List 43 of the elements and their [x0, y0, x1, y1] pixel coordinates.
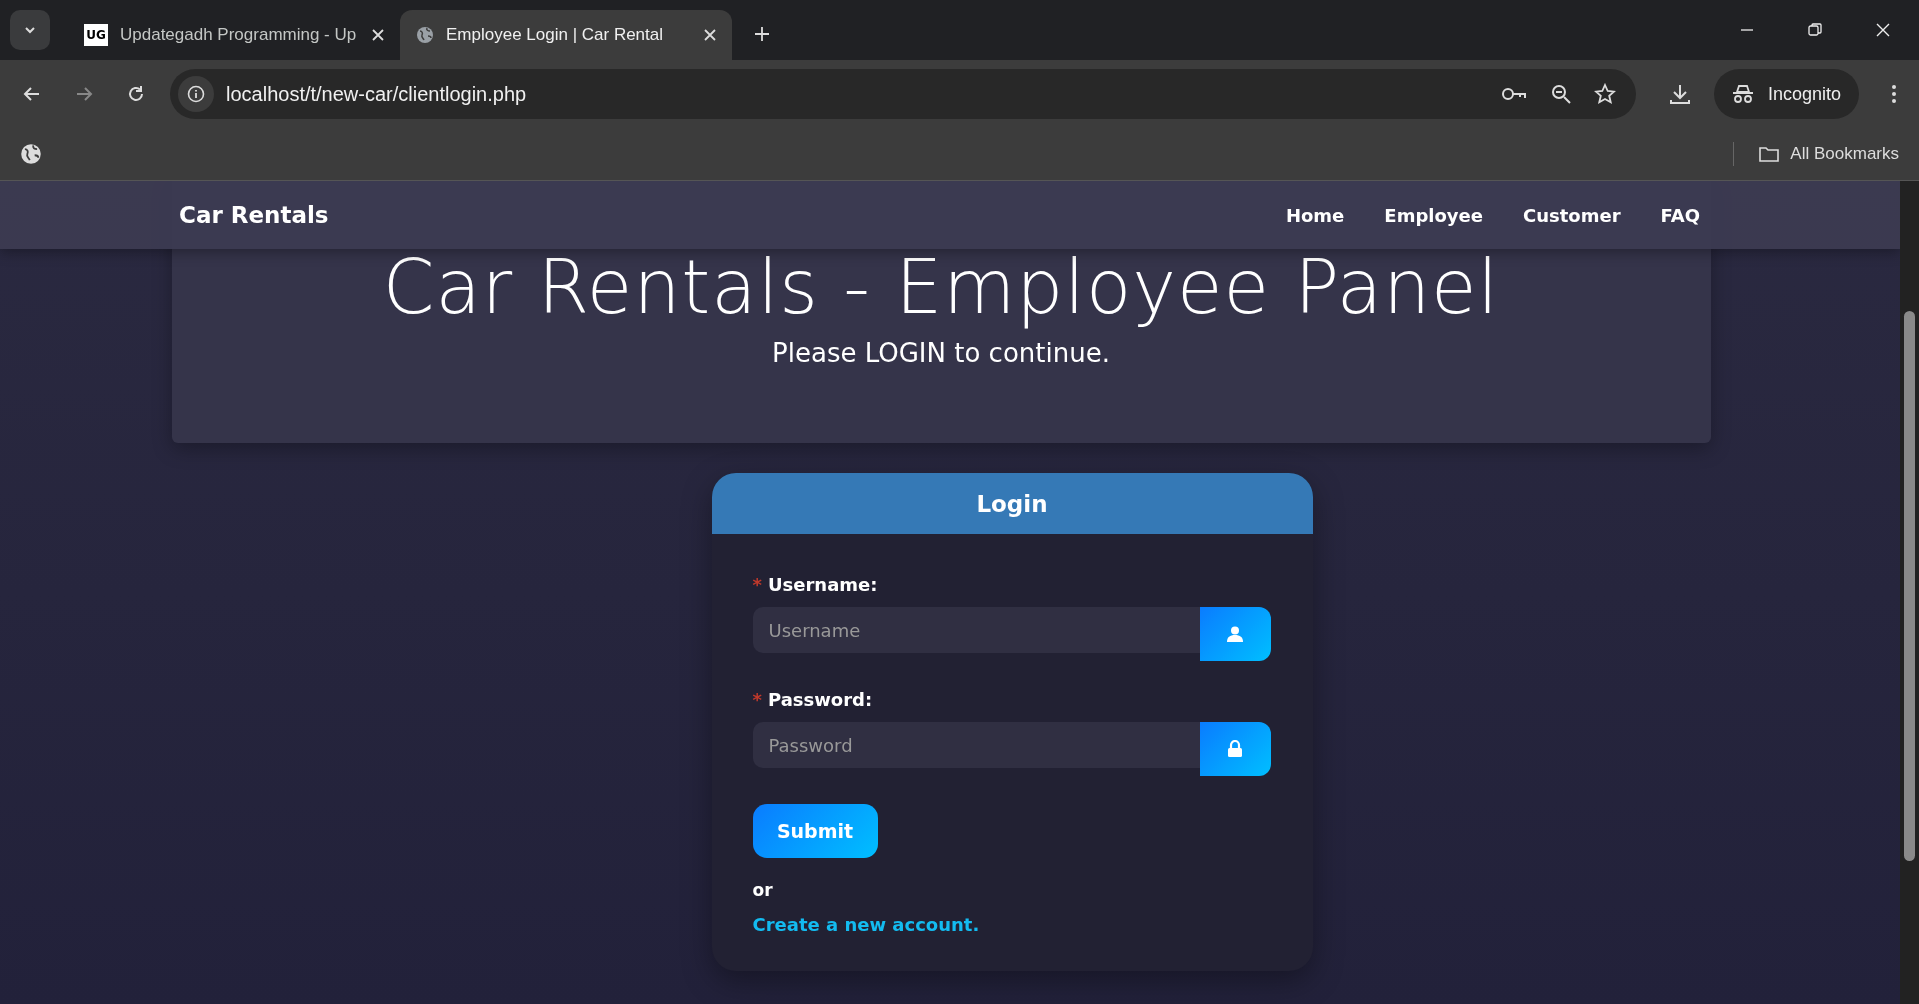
scrollbar[interactable]: [1900, 181, 1919, 1004]
input-field[interactable]: Username: [752, 607, 1200, 653]
field-label: Username:: [767, 574, 878, 595]
address-bar[interactable]: localhost/t/new-car/clientlogin.php: [170, 69, 1636, 119]
site-logo: UG: [84, 24, 108, 46]
nav-link[interactable]: Employee: [1384, 204, 1483, 226]
lock-icon: [1227, 740, 1243, 758]
required-mark: *: [752, 574, 762, 595]
globe-icon[interactable]: [20, 143, 42, 165]
user-icon: [1226, 625, 1244, 643]
browser-tab[interactable]: Employee Login | Car Rental: [400, 10, 732, 60]
nav-link[interactable]: FAQ: [1660, 204, 1700, 226]
site-info-icon[interactable]: [178, 76, 214, 112]
input-field[interactable]: Password: [752, 722, 1200, 768]
restore-icon[interactable]: [1807, 22, 1823, 38]
tab-title: Employee Login | Car Rental: [446, 25, 665, 45]
nav-link[interactable]: Customer: [1522, 204, 1621, 226]
browser-tab[interactable]: UG Updategadh Programming - Up: [68, 10, 400, 60]
download-icon[interactable]: [1667, 82, 1692, 106]
all-bookmarks-button[interactable]: All Bookmarks: [1758, 144, 1899, 164]
close-icon[interactable]: [1875, 22, 1891, 38]
zoom-out-icon[interactable]: [1549, 83, 1572, 105]
close-icon[interactable]: [372, 29, 384, 41]
required-mark: *: [752, 689, 762, 710]
page-title: Car Rentals - Employee Panel: [382, 243, 1500, 332]
incognito-icon: [1731, 84, 1754, 104]
globe-icon: [416, 26, 434, 44]
brand-link[interactable]: Car Rentals: [179, 202, 329, 228]
tab-title: Updategadh Programming - Up: [120, 25, 358, 45]
url-text: localhost/t/new-car/clientlogin.php: [226, 82, 527, 106]
new-tab-icon[interactable]: [754, 26, 770, 42]
folder-icon: [1758, 145, 1781, 163]
nav-link[interactable]: Home: [1285, 204, 1345, 226]
field-label: Password:: [767, 689, 873, 710]
star-icon[interactable]: [1593, 83, 1616, 105]
incognito-button[interactable]: Incognito: [1713, 69, 1859, 119]
reload-icon[interactable]: [126, 84, 146, 104]
create-account-link[interactable]: Create a new account.: [752, 914, 980, 935]
or-text: or: [752, 880, 773, 900]
page-subtitle: Please LOGIN to continue.: [772, 337, 1110, 368]
menu-icon[interactable]: [1891, 84, 1897, 104]
card-title: Login: [976, 490, 1048, 517]
close-icon[interactable]: [704, 29, 716, 41]
